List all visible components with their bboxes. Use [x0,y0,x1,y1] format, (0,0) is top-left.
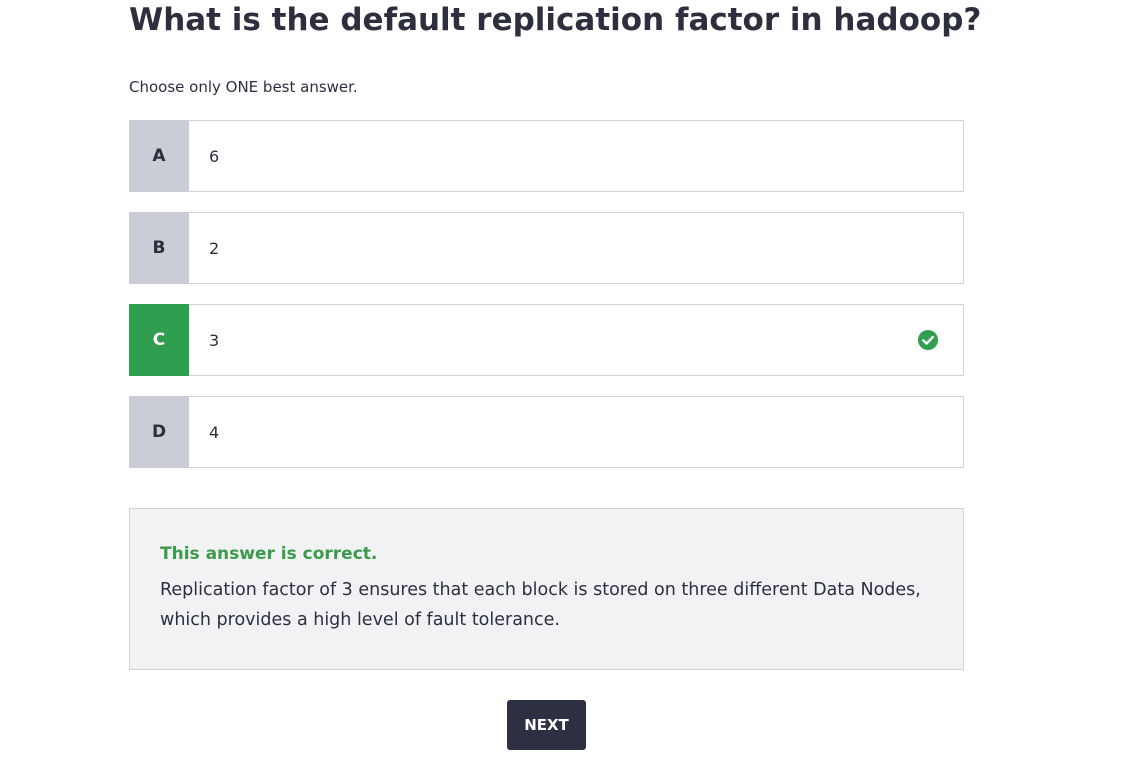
option-a[interactable]: A 6 [129,120,964,192]
option-text: 3 [209,330,220,350]
answer-options: A 6 B 2 C 3 D 4 [129,120,964,488]
question-instruction: Choose only ONE best answer. [129,78,358,96]
check-circle-icon [917,329,939,351]
option-b[interactable]: B 2 [129,212,964,284]
option-letter: B [129,212,189,284]
option-text: 4 [209,422,220,442]
question-title: What is the default replication factor i… [129,2,982,38]
option-letter: A [129,120,189,192]
option-text: 6 [209,146,220,166]
option-c[interactable]: C 3 [129,304,964,376]
feedback-title: This answer is correct. [160,544,378,564]
feedback-panel: This answer is correct. Replication fact… [129,508,964,670]
option-letter: C [129,304,189,376]
option-d[interactable]: D 4 [129,396,964,468]
feedback-text: Replication factor of 3 ensures that eac… [160,580,921,630]
option-letter: D [129,396,189,468]
next-button[interactable]: NEXT [507,700,586,750]
option-text: 2 [209,238,220,258]
